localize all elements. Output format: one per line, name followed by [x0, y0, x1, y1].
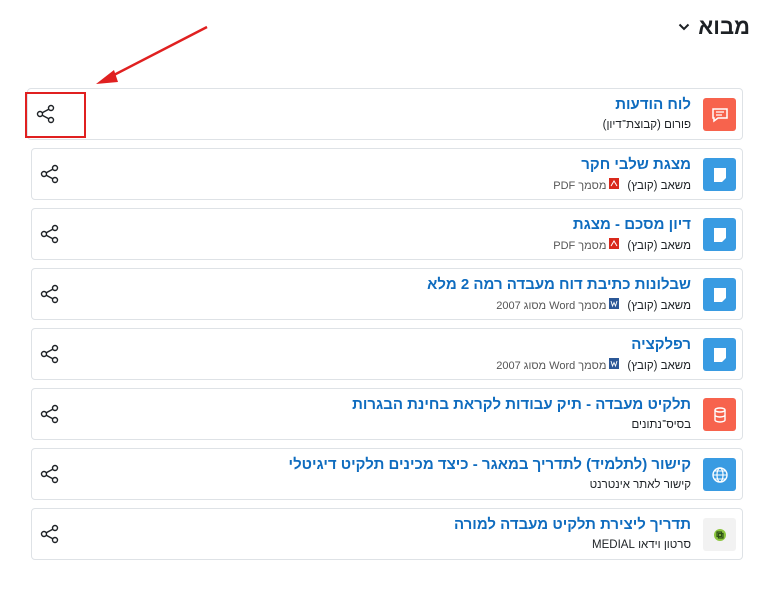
- annotation-arrow-icon: [96, 25, 208, 84]
